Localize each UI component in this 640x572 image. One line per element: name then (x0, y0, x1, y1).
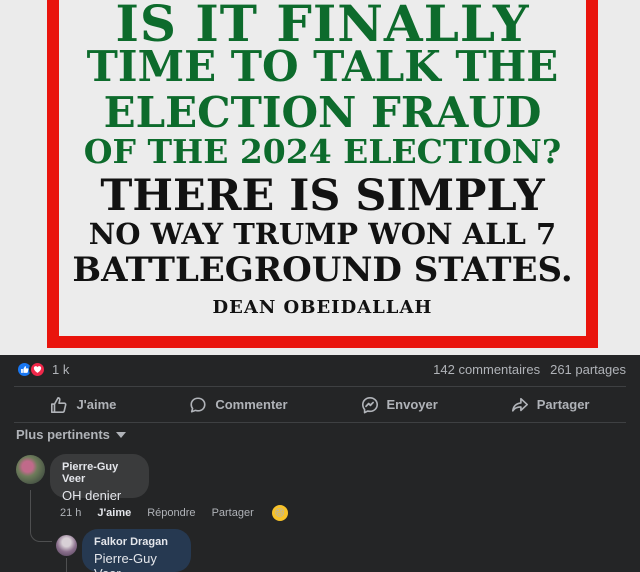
comment-share-link[interactable]: Partager (212, 507, 254, 519)
comment-like-link[interactable]: J'aime (97, 507, 131, 519)
thumb-up-icon (51, 396, 67, 413)
comment-time[interactable]: 21 h (60, 507, 81, 519)
share-button[interactable]: Partager (511, 396, 590, 414)
comment-text[interactable]: Pierre-Guy Veer (94, 551, 179, 572)
emoji-icon[interactable]: 😄 (271, 505, 288, 521)
headline-line-4: OF THE 2024 ELECTION? (83, 132, 562, 171)
comments-count[interactable]: 142 commentaires (433, 362, 540, 377)
send-button[interactable]: Envoyer (361, 396, 438, 414)
quote-author: DEAN OBEIDALLAH (212, 297, 433, 318)
shares-count[interactable]: 261 partages (550, 362, 626, 377)
messenger-icon (361, 396, 378, 413)
send-label: Envoyer (386, 397, 438, 412)
avatar[interactable] (16, 455, 45, 484)
headline-line-3: ELECTION FRAUD (103, 88, 542, 137)
sort-label: Plus pertinents (16, 427, 110, 442)
comment-label: Commenter (215, 397, 288, 412)
post-image[interactable]: IS IT FINALLY TIME TO TALK THE ELECTION … (0, 0, 640, 355)
comment-author[interactable]: Pierre-Guy Veer (62, 461, 137, 485)
headline-line-5: THERE IS SIMPLY (100, 171, 545, 221)
love-reaction-icon (29, 360, 46, 378)
post-actions: J'aime Commenter Envoyer Partager (14, 386, 626, 420)
comment-reply-link[interactable]: Répondre (147, 507, 195, 519)
comment-bubble: Pierre-Guy Veer OH denier (50, 454, 149, 503)
chevron-down-icon (115, 431, 126, 438)
comment-text: OH denier (62, 488, 122, 503)
avatar[interactable] (56, 535, 77, 556)
share-label: Partager (536, 397, 590, 412)
headline-line-2: TIME TO TALK THE (86, 42, 559, 91)
divider (14, 422, 626, 423)
like-label: J'aime (76, 397, 117, 412)
reaction-count[interactable]: 1 k (52, 362, 69, 377)
like-button[interactable]: J'aime (50, 396, 116, 414)
post-stats: 1 k 142 commentaires 261 partages (0, 355, 640, 383)
comment-author[interactable]: Falkor Dragan (94, 536, 179, 548)
red-frame: IS IT FINALLY TIME TO TALK THE ELECTION … (47, 0, 598, 348)
comment-button[interactable]: Commenter (189, 396, 288, 414)
comment-meta: 21 h J'aime Répondre Partager 😄 (60, 505, 304, 521)
share-icon (511, 397, 528, 412)
thread-connector (30, 490, 52, 542)
headline-line-7: BATTLEGROUND STATES. (72, 250, 573, 290)
headline-line-6: NO WAY TRUMP WON ALL 7 (88, 217, 557, 251)
comment-sort-dropdown[interactable]: Plus pertinents (16, 427, 126, 442)
reaction-icons[interactable] (16, 360, 46, 378)
thread-connector (66, 558, 67, 572)
reply-bubble: Falkor Dragan Pierre-Guy Veer (82, 529, 191, 572)
comment-icon (190, 396, 206, 413)
